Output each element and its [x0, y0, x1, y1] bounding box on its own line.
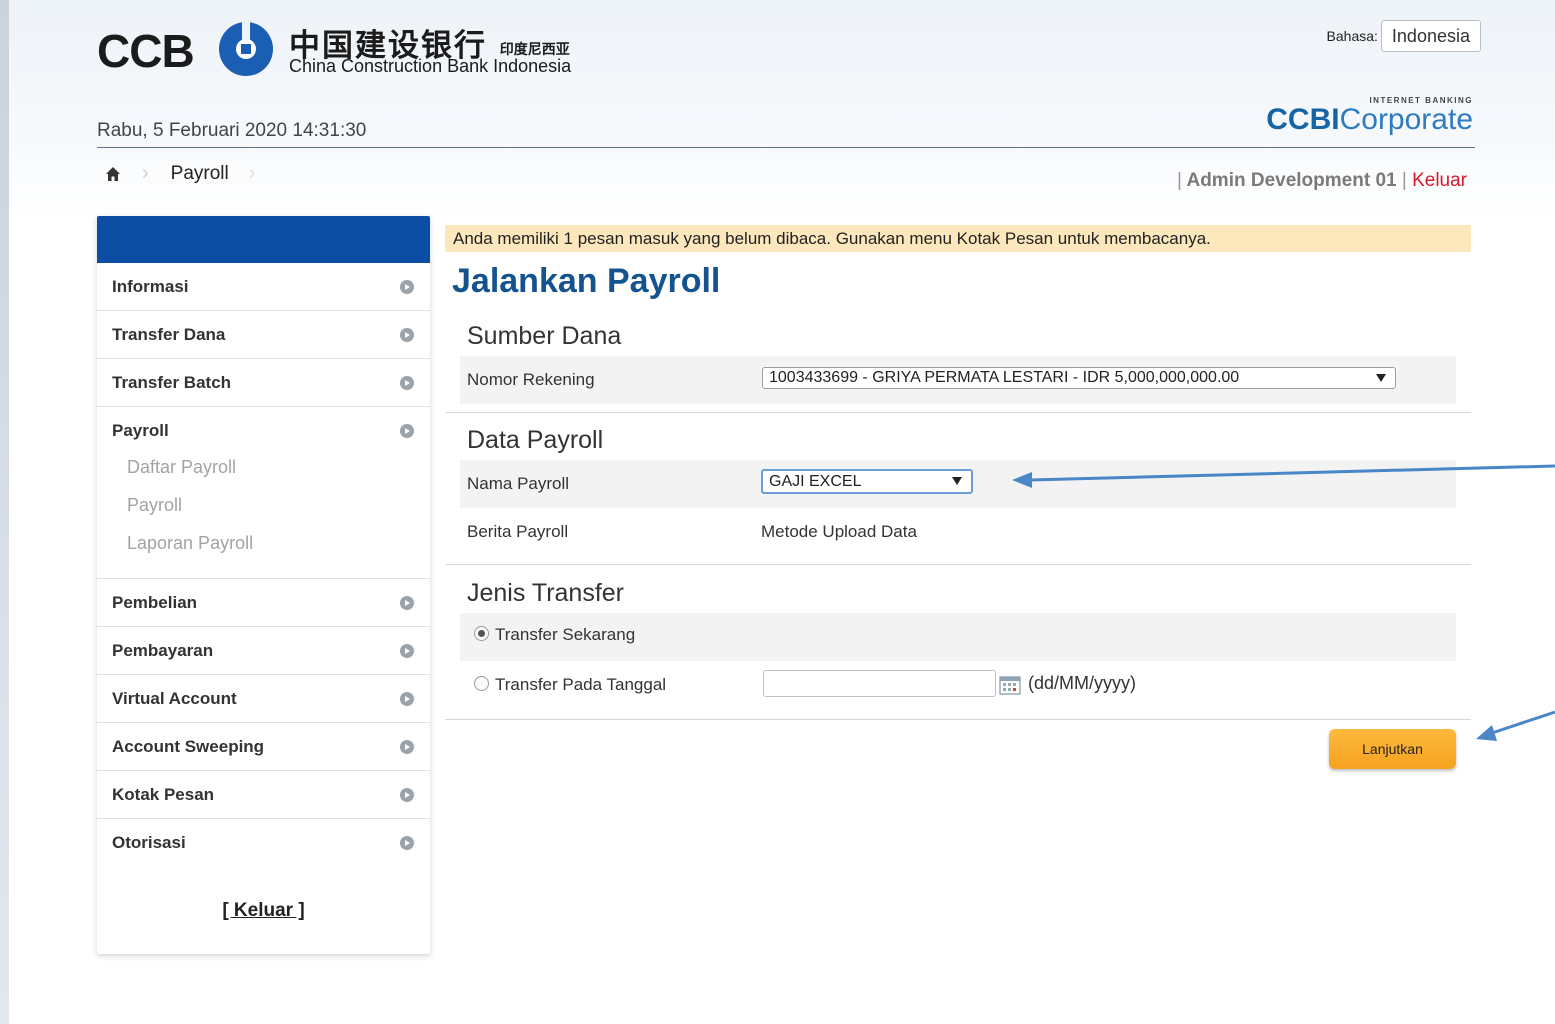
sidebar-item-payroll[interactable]: Payroll [97, 407, 430, 454]
sidebar-subitem-payroll[interactable]: Payroll [97, 486, 430, 524]
section-divider [445, 412, 1471, 413]
nama-payroll-value: GAJI EXCEL [769, 473, 862, 490]
sidebar-item-otorisasi[interactable]: Otorisasi [97, 819, 430, 866]
header-divider [97, 147, 1475, 148]
chevron-right-icon [400, 788, 414, 802]
transfer-sekarang-option[interactable]: Transfer Sekarang [474, 625, 635, 645]
brand-main: CCBICorporate [1266, 105, 1473, 135]
user-info: | Admin Development 01 | Keluar [1177, 170, 1467, 192]
chevron-right-icon [400, 376, 414, 390]
logo-english-text: China Construction Bank Indonesia [289, 56, 572, 76]
sidebar-item-label: Payroll [112, 421, 169, 440]
transfer-date-input[interactable] [763, 670, 996, 697]
radio-transfer-sekarang[interactable] [474, 626, 489, 641]
sidebar-item-label: Pembelian [112, 593, 198, 612]
chevron-right-icon [400, 424, 414, 438]
section-sumber-dana: Sumber Dana [467, 322, 622, 350]
sidebar-item-virtual-account[interactable]: Virtual Account [97, 675, 430, 723]
chevron-right-icon [400, 596, 414, 610]
sidebar-item-label: Pembayaran [112, 641, 214, 660]
user-name: Admin Development 01 [1186, 170, 1397, 191]
nama-payroll-select[interactable]: GAJI EXCEL [761, 469, 973, 494]
left-edge-strip [0, 0, 9, 1024]
sidebar-item-informasi[interactable]: Informasi [97, 263, 430, 311]
language-selector: Bahasa: Indonesia [1327, 20, 1481, 52]
sidebar-item-label: Virtual Account [112, 689, 237, 708]
chevron-right-icon [400, 280, 414, 294]
sidebar-item-label: Transfer Batch [112, 373, 232, 392]
breadcrumb-separator-icon: › [142, 162, 149, 184]
berita-payroll-value: Metode Upload Data [761, 522, 917, 541]
sidebar-header [97, 216, 430, 263]
breadcrumb: › Payroll › [104, 162, 255, 185]
current-datetime: Rabu, 5 Februari 2020 14:31:30 [97, 120, 367, 141]
language-select[interactable]: Indonesia [1380, 20, 1481, 52]
transfer-pada-tanggal-option[interactable]: Transfer Pada Tanggal [474, 675, 666, 695]
chevron-right-icon [400, 836, 414, 850]
sidebar-logout-link[interactable]: [ Keluar ] [222, 900, 304, 921]
nomor-rekening-select[interactable]: 1003433699 - GRIYA PERMATA LESTARI - IDR… [762, 367, 1396, 389]
user-prefix: | [1176, 170, 1182, 191]
chevron-right-icon [400, 692, 414, 706]
sidebar-item-pembayaran[interactable]: Pembayaran [97, 627, 430, 675]
chevron-right-icon [400, 740, 414, 754]
berita-payroll-label: Berita Payroll [467, 522, 569, 541]
sidebar-item-transfer-batch[interactable]: Transfer Batch [97, 359, 430, 407]
logo-ccb-text: CCB [97, 25, 195, 77]
lanjutkan-button[interactable]: Lanjutkan [1329, 729, 1456, 769]
logout-link[interactable]: Keluar [1412, 170, 1467, 191]
section-jenis-transfer: Jenis Transfer [467, 579, 625, 607]
chevron-down-icon [1376, 374, 1386, 382]
ccbi-corporate-brand: INTERNET BANKING CCBICorporate [1266, 96, 1473, 135]
sidebar-item-label: Otorisasi [112, 833, 186, 852]
section-divider [445, 564, 1471, 565]
section-data-payroll: Data Payroll [467, 426, 604, 454]
sidebar-group-payroll: Payroll Daftar Payroll Payroll Laporan P… [97, 407, 430, 579]
home-icon[interactable] [104, 165, 122, 183]
section-divider [445, 719, 1471, 720]
sidebar-item-transfer-dana[interactable]: Transfer Dana [97, 311, 430, 359]
annotation-arrow-line [1491, 710, 1555, 735]
nomor-rekening-value: 1003433699 - GRIYA PERMATA LESTARI - IDR… [769, 369, 1240, 386]
sidebar-item-label: Kotak Pesan [112, 785, 215, 804]
brand-ccbi: CCBI [1266, 103, 1340, 136]
calendar-icon[interactable] [999, 675, 1021, 695]
sidebar-item-label: Account Sweeping [112, 737, 265, 756]
ccb-logo-icon [219, 20, 273, 76]
brand-corporate: Corporate [1339, 103, 1473, 136]
transfer-pada-tanggal-label: Transfer Pada Tanggal [495, 675, 667, 694]
nama-payroll-label: Nama Payroll [467, 474, 570, 493]
radio-transfer-pada-tanggal[interactable] [474, 676, 489, 691]
row-berita-payroll: Berita Payroll Metode Upload Data [460, 508, 1456, 556]
annotation-arrowhead-icon [1476, 725, 1497, 741]
sidebar-item-pembelian[interactable]: Pembelian [97, 579, 430, 627]
breadcrumb-current[interactable]: Payroll [171, 163, 229, 185]
sidebar-item-kotak-pesan[interactable]: Kotak Pesan [97, 771, 430, 819]
sidebar-logout: [ Keluar ] [97, 900, 430, 922]
chevron-right-icon [400, 328, 414, 342]
transfer-sekarang-label: Transfer Sekarang [495, 625, 636, 644]
nomor-rekening-label: Nomor Rekening [467, 370, 595, 389]
chevron-down-icon [952, 477, 962, 485]
chevron-right-icon [400, 644, 414, 658]
unread-message-notice: Anda memiliki 1 pesan masuk yang belum d… [445, 225, 1471, 252]
language-label: Bahasa: [1326, 28, 1378, 44]
user-separator: | [1401, 170, 1407, 191]
sidebar-subitem-laporan-payroll[interactable]: Laporan Payroll [97, 524, 430, 562]
sidebar-item-label: Transfer Dana [112, 325, 226, 344]
page-title: Jalankan Payroll [452, 262, 721, 300]
sidebar-item-account-sweeping[interactable]: Account Sweeping [97, 723, 430, 771]
sidebar-menu: Informasi Transfer Dana Transfer Batch P… [97, 216, 430, 954]
sidebar-item-label: Informasi [112, 277, 189, 296]
breadcrumb-separator-icon: › [248, 162, 256, 184]
row-transfer-sekarang: Transfer Sekarang [460, 613, 1456, 661]
date-format-hint: (dd/MM/yyyy) [1028, 673, 1136, 693]
